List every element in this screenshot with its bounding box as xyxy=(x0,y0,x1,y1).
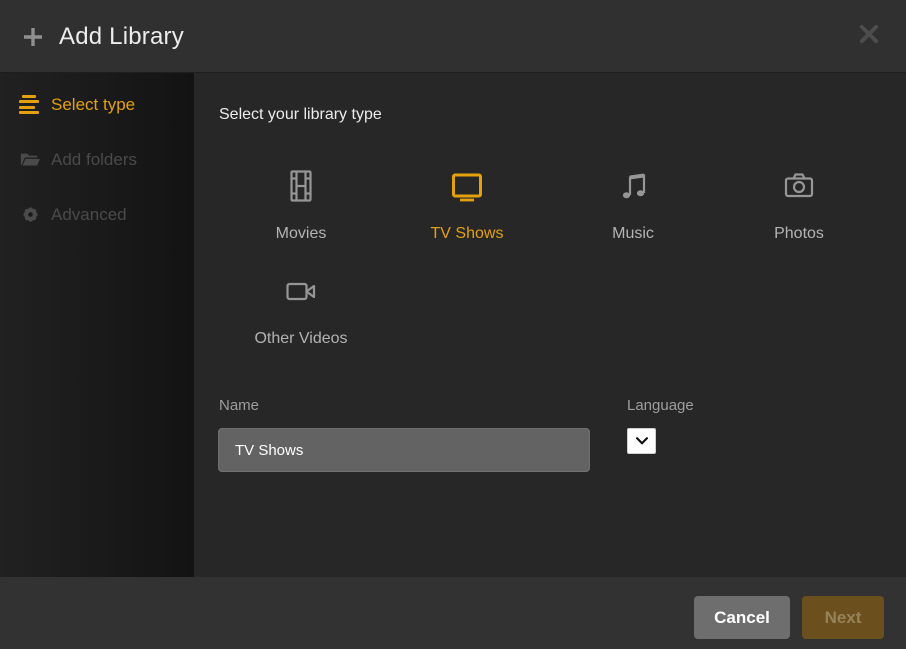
type-option-movies[interactable]: Movies xyxy=(218,160,384,265)
type-option-label: Other Videos xyxy=(254,330,348,347)
sidebar-item-advanced[interactable]: Advanced xyxy=(0,187,194,242)
folder-icon xyxy=(19,149,41,171)
lines-icon xyxy=(19,94,41,116)
sidebar: Select type Add folders Advanced xyxy=(0,73,194,577)
plus-icon xyxy=(22,26,44,48)
library-type-grid: Movies TV Shows Music Photos Other Video… xyxy=(218,160,882,370)
tv-icon xyxy=(449,168,485,204)
language-select[interactable] xyxy=(627,428,656,454)
music-note-icon xyxy=(615,168,651,204)
close-button[interactable] xyxy=(858,21,884,47)
dialog-footer: Cancel Next xyxy=(0,577,906,649)
gear-icon xyxy=(19,204,41,226)
type-option-photos[interactable]: Photos xyxy=(716,160,882,265)
video-camera-icon xyxy=(283,273,319,309)
film-icon xyxy=(283,168,319,204)
name-field-label: Name xyxy=(219,397,260,414)
library-type-heading: Select your library type xyxy=(219,106,382,123)
sidebar-item-select-type[interactable]: Select type xyxy=(0,77,194,132)
type-option-other-videos[interactable]: Other Videos xyxy=(218,265,384,370)
type-option-label: Movies xyxy=(275,225,327,242)
add-library-dialog: Add Library Select type Add folders Adva… xyxy=(0,0,906,649)
type-option-music[interactable]: Music xyxy=(550,160,716,265)
type-option-tv-shows[interactable]: TV Shows xyxy=(384,160,550,265)
next-button[interactable]: Next xyxy=(802,596,884,639)
type-option-label: TV Shows xyxy=(430,225,504,242)
sidebar-item-label: Advanced xyxy=(51,204,127,224)
type-option-label: Music xyxy=(612,225,654,242)
close-icon xyxy=(858,23,884,45)
name-input[interactable] xyxy=(218,428,590,472)
language-field-label: Language xyxy=(627,397,694,414)
camera-icon xyxy=(781,168,817,204)
chevron-down-icon xyxy=(635,437,648,445)
sidebar-item-label: Select type xyxy=(51,94,136,114)
dialog-title: Add Library xyxy=(59,23,184,50)
cancel-button[interactable]: Cancel xyxy=(694,596,790,639)
type-option-label: Photos xyxy=(774,225,824,242)
dialog-header: Add Library xyxy=(0,0,906,73)
sidebar-item-label: Add folders xyxy=(51,149,137,169)
sidebar-item-add-folders[interactable]: Add folders xyxy=(0,132,194,187)
